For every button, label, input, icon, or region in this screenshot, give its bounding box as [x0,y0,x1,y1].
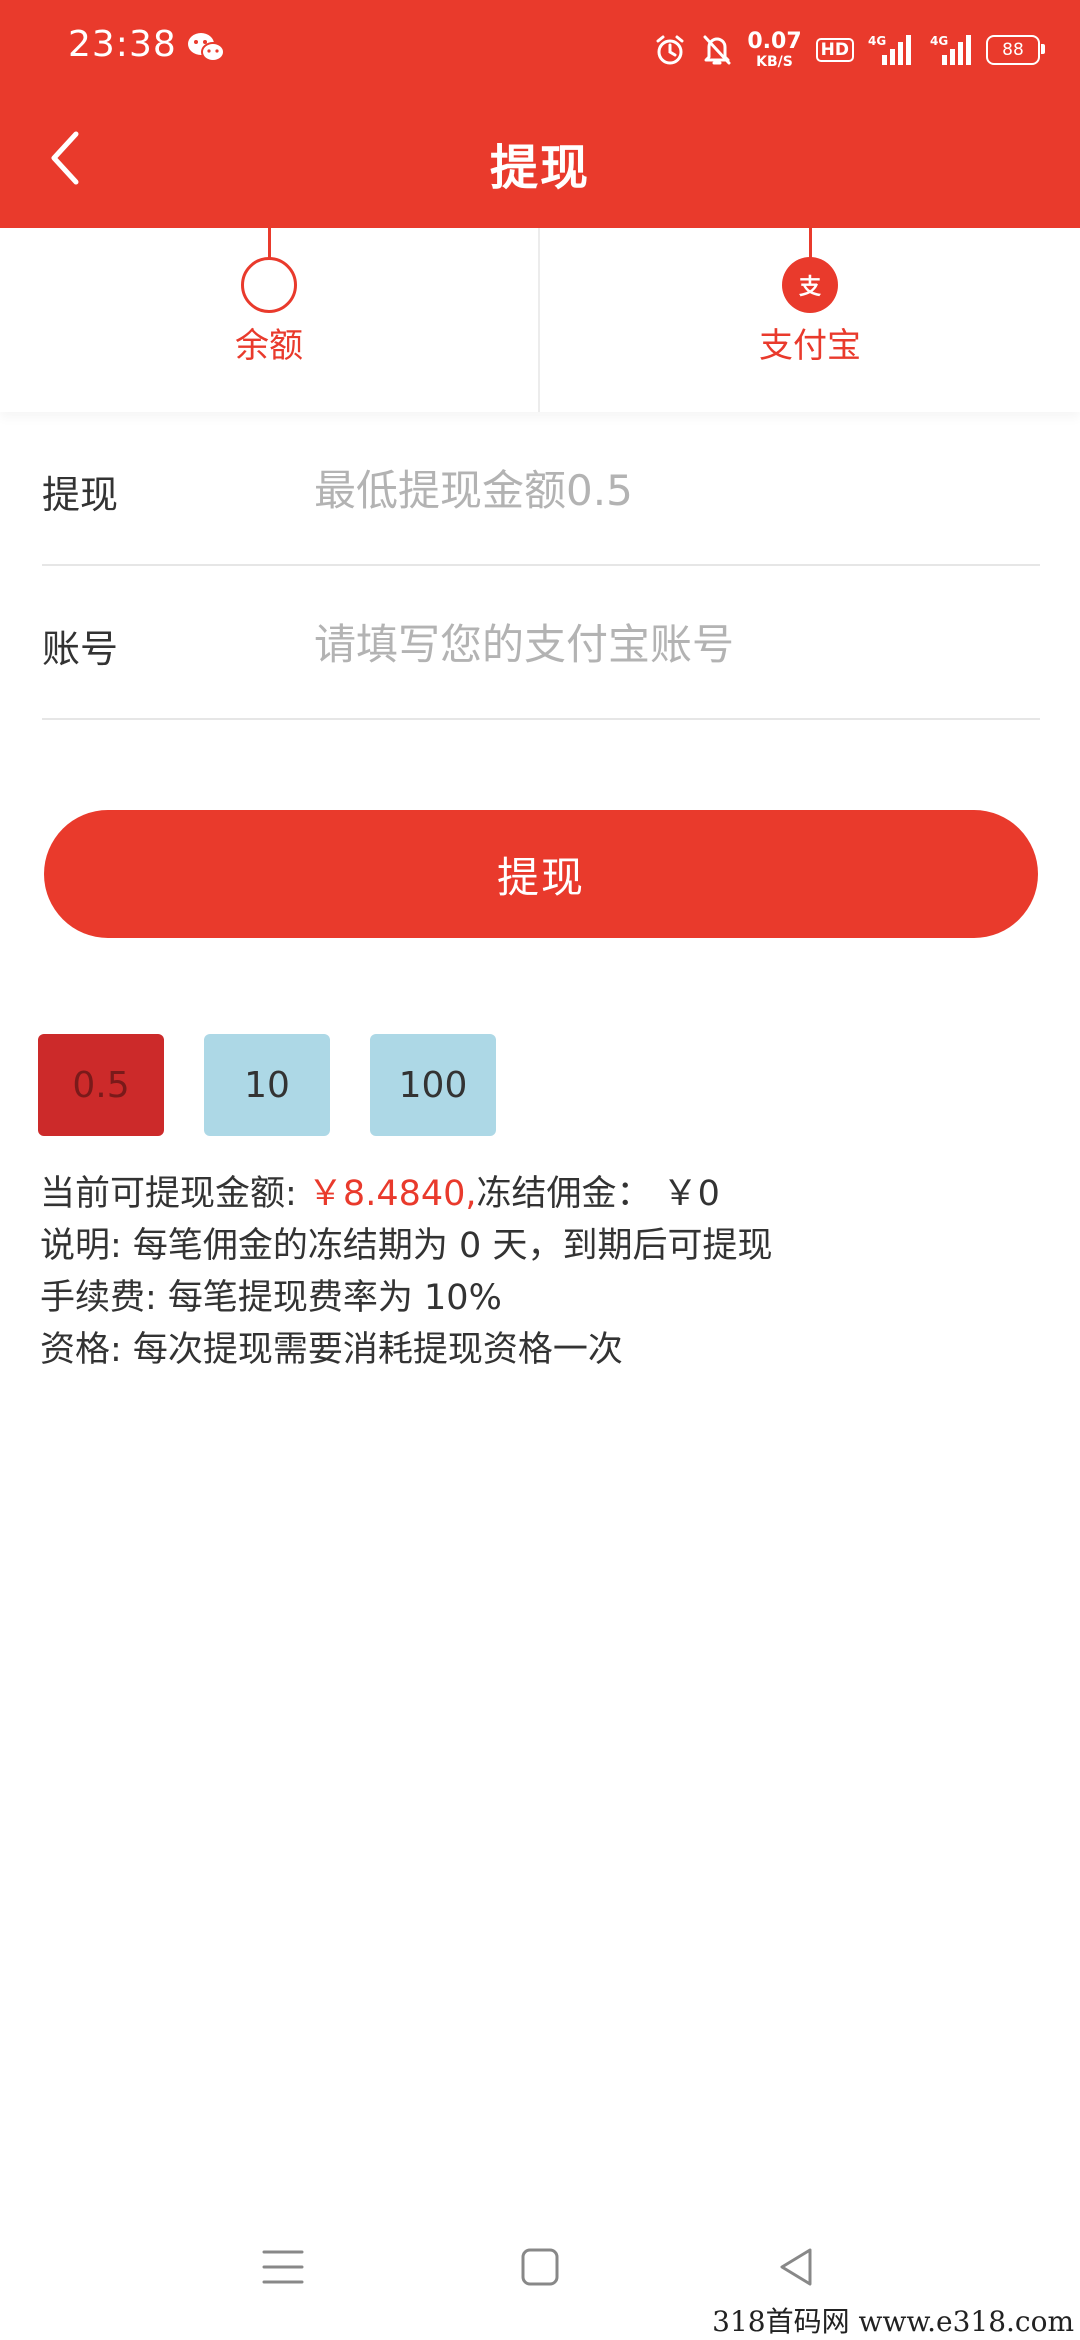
radio-empty-icon [241,257,297,313]
status-icons: 0.07 KB/S HD 4G 4G 88 [653,28,1045,72]
mute-icon [703,35,731,65]
page-title: 提现 [489,140,590,196]
method-alipay-label: 支付宝 [759,326,861,366]
preset-chip-0[interactable]: 0.5 [38,1034,164,1136]
method-stem [267,228,271,258]
alarm-icon [656,35,684,65]
account-row: 账号 [42,568,1040,720]
frozen-label: 冻结佣金： [476,1174,652,1214]
menu-icon[interactable] [258,2244,308,2290]
svg-text:4G: 4G [930,34,948,48]
available-value: ￥8.4840, [307,1174,477,1214]
header: 23:38 0.07 KB/S HD 4G 4G 88 提现 [0,0,1080,228]
net-speed: 0.07 KB/S [747,29,802,70]
method-balance-label: 余额 [235,326,303,366]
preset-chip-1[interactable]: 10 [204,1034,330,1136]
account-label: 账号 [42,627,119,671]
amount-label: 提现 [42,473,119,517]
available-line: 当前可提现金额: ￥8.4840,冻结佣金： ￥0 [40,1168,1040,1220]
fee-line: 手续费: 每笔提现费率为 10% [40,1278,502,1318]
amount-row: 提现 [42,414,1040,566]
status-bar: 23:38 0.07 KB/S HD 4G 4G 88 [0,0,1080,96]
preset-chip-2[interactable]: 100 [370,1034,496,1136]
watermark: 318首码网 www.e318.com [690,2300,1080,2340]
frozen-value: ￥0 [651,1174,720,1214]
method-balance[interactable]: 余额 [0,228,540,412]
home-icon[interactable] [515,2244,565,2290]
withdraw-button[interactable]: 提现 [44,810,1038,938]
method-stem [808,228,812,258]
qualification-line: 资格: 每次提现需要消耗提现资格一次 [40,1330,623,1370]
withdraw-method-tabs: 余额 支 支付宝 [0,228,1080,412]
battery-icon: 88 [986,35,1045,65]
svg-text:4G: 4G [868,34,886,48]
note-line: 说明: 每笔佣金的冻结期为 0 天，到期后可提现 [40,1226,773,1266]
status-time: 23:38 [68,24,177,65]
system-nav-bar [0,2230,1080,2310]
withdraw-info: 当前可提现金额: ￥8.4840,冻结佣金： ￥0 说明: 每笔佣金的冻结期为 … [40,1168,1040,1376]
available-label: 当前可提现金额: [40,1174,308,1214]
amount-input[interactable] [314,450,1014,530]
preset-amounts: 0.5 10 100 [38,1034,496,1136]
wechat-icon [188,33,225,62]
back-triangle-icon[interactable] [772,2244,822,2290]
signal-icon: 4G [868,34,911,65]
method-alipay[interactable]: 支 支付宝 [540,228,1080,412]
alipay-icon: 支 [782,257,838,313]
hd-badge: HD [815,37,854,63]
signal-icon-2: 4G [930,34,971,65]
account-input[interactable] [314,604,1014,684]
